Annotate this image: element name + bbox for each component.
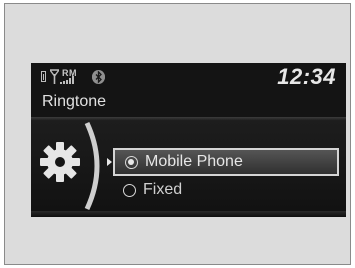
selector-dial-arc	[84, 121, 100, 211]
selection-pointer-icon	[107, 158, 112, 166]
antenna-icon	[50, 69, 59, 84]
option-fixed[interactable]: Fixed	[113, 178, 339, 206]
battery-icon	[41, 71, 46, 82]
radio-unselected-icon	[123, 184, 136, 197]
screen-title: Ringtone	[42, 93, 107, 110]
bluetooth-icon	[92, 70, 105, 84]
phone-settings-screen: RM 12:34 Ringtone Mobile Phone Fixed	[31, 63, 346, 217]
clock: 12:34	[277, 64, 336, 89]
signal-strength-icon	[60, 76, 76, 84]
figure-frame: RM 12:34 Ringtone Mobile Phone Fixed	[4, 3, 351, 265]
option-label: Mobile Phone	[145, 153, 243, 170]
gear-icon	[40, 142, 80, 182]
radio-selected-icon	[125, 156, 138, 169]
bottom-divider	[31, 211, 346, 217]
option-mobile-phone[interactable]: Mobile Phone	[113, 148, 339, 176]
status-bar: RM 12:34	[31, 63, 346, 89]
option-label: Fixed	[143, 181, 183, 198]
